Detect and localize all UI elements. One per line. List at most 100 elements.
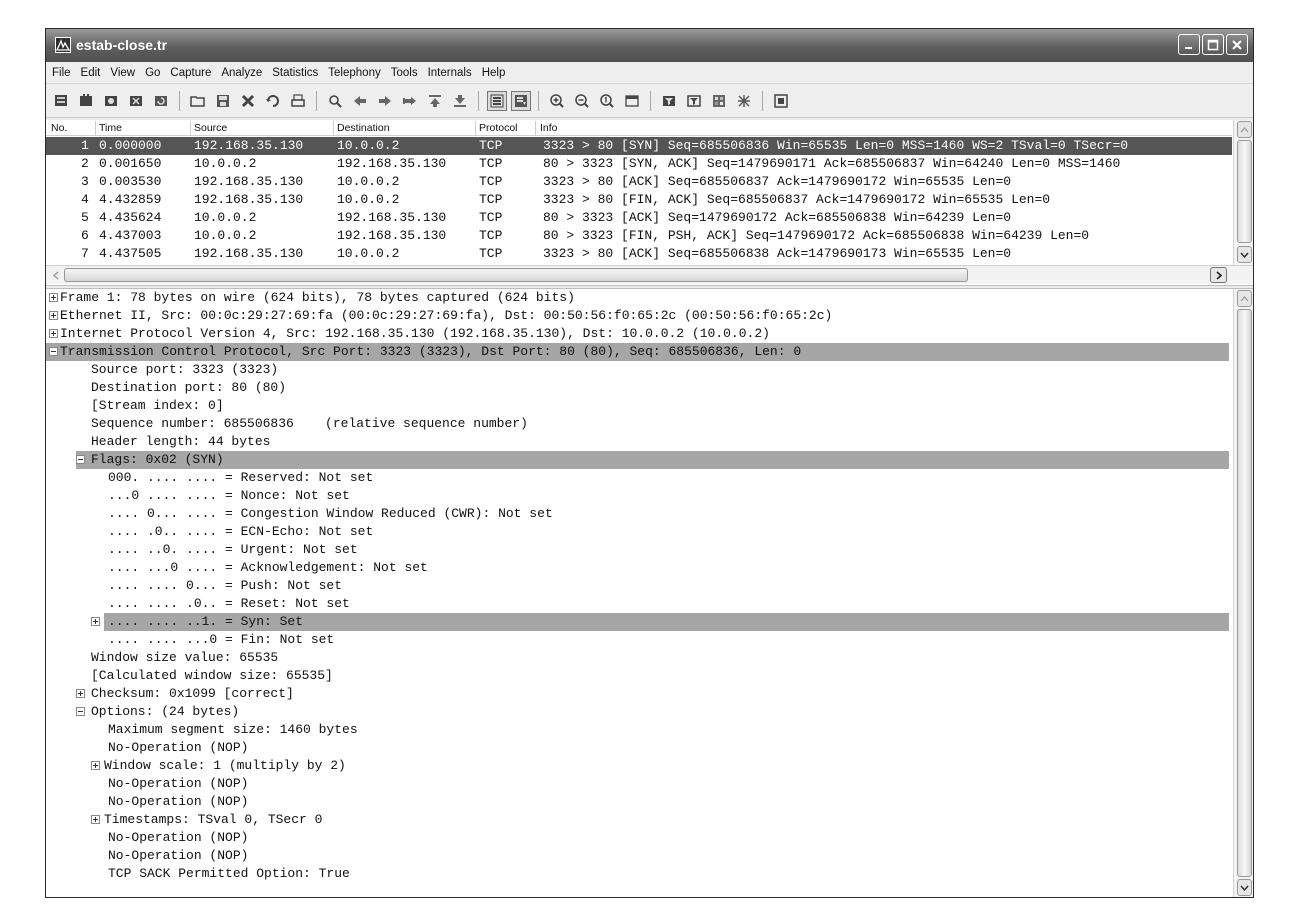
expand-icon[interactable] <box>49 329 58 338</box>
packet-row[interactable]: 2 0.001650 10.0.0.2 192.168.35.130 TCP 8… <box>46 155 1232 173</box>
tree-node[interactable]: .... ..0. .... = Urgent: Not set <box>46 541 1232 559</box>
preferences-icon[interactable] <box>734 91 754 111</box>
packet-row[interactable]: 4 4.432859 192.168.35.130 10.0.0.2 TCP 3… <box>46 191 1232 209</box>
close-file-icon[interactable] <box>238 91 258 111</box>
column-header-info[interactable]: Info <box>540 122 558 134</box>
packet-row[interactable]: 1 0.000000 192.168.35.130 10.0.0.2 TCP 3… <box>46 137 1232 155</box>
tree-node[interactable]: No-Operation (NOP) <box>46 739 1232 757</box>
expand-icon[interactable] <box>49 311 58 320</box>
expand-icon[interactable] <box>91 815 100 824</box>
close-button[interactable] <box>1226 34 1248 55</box>
tree-node[interactable]: Sequence number: 685506836 (relative seq… <box>46 415 1232 433</box>
tree-node[interactable]: Transmission Control Protocol, Src Port:… <box>46 343 1229 361</box>
resize-columns-icon[interactable] <box>622 91 642 111</box>
maximize-button[interactable] <box>1202 34 1224 55</box>
tree-node[interactable]: .... .... .0.. = Reset: Not set <box>46 595 1232 613</box>
tree-node[interactable]: .... .... ..1. = Syn: Set <box>46 613 1232 631</box>
tree-node[interactable]: No-Operation (NOP) <box>46 793 1232 811</box>
column-header-protocol[interactable]: Protocol <box>479 122 518 134</box>
menu-go[interactable]: Go <box>145 67 160 79</box>
open-file-icon[interactable] <box>188 91 208 111</box>
stop-capture-icon[interactable] <box>126 91 146 111</box>
tree-node[interactable]: No-Operation (NOP) <box>46 847 1232 865</box>
restart-capture-icon[interactable] <box>151 91 171 111</box>
scroll-left-button[interactable] <box>47 267 64 283</box>
tree-node[interactable]: Frame 1: 78 bytes on wire (624 bits), 78… <box>46 289 1232 307</box>
tree-node[interactable]: Internet Protocol Version 4, Src: 192.16… <box>46 325 1232 343</box>
scroll-thumb[interactable] <box>64 268 968 282</box>
tree-node[interactable]: Maximum segment size: 1460 bytes <box>46 721 1232 739</box>
save-file-icon[interactable] <box>213 91 233 111</box>
go-last-icon[interactable] <box>450 91 470 111</box>
menu-tools[interactable]: Tools <box>391 67 418 79</box>
packet-list-horizontal-scrollbar[interactable] <box>46 265 1253 284</box>
go-first-icon[interactable] <box>425 91 445 111</box>
scroll-up-button[interactable] <box>1237 290 1252 307</box>
column-header-destination[interactable]: Destination <box>337 122 390 134</box>
tree-node[interactable]: TCP SACK Permitted Option: True <box>46 865 1232 883</box>
menu-analyze[interactable]: Analyze <box>221 67 262 79</box>
tree-node[interactable]: ...0 .... .... = Nonce: Not set <box>46 487 1232 505</box>
column-divider[interactable] <box>95 121 96 135</box>
tree-node[interactable]: No-Operation (NOP) <box>46 829 1232 847</box>
tree-node[interactable]: 000. .... .... = Reserved: Not set <box>46 469 1232 487</box>
tree-node[interactable]: Window size value: 65535 <box>46 649 1232 667</box>
expand-icon[interactable] <box>49 293 58 302</box>
collapse-icon[interactable] <box>76 707 85 716</box>
menu-telephony[interactable]: Telephony <box>328 67 380 79</box>
menu-internals[interactable]: Internals <box>428 67 472 79</box>
interface-list-icon[interactable] <box>51 91 71 111</box>
capture-filters-icon[interactable] <box>659 91 679 111</box>
column-divider[interactable] <box>535 121 536 135</box>
packet-row[interactable]: 3 0.003530 192.168.35.130 10.0.0.2 TCP 3… <box>46 173 1232 191</box>
scroll-thumb[interactable] <box>1237 309 1252 877</box>
reload-file-icon[interactable] <box>263 91 283 111</box>
help-icon[interactable] <box>771 91 791 111</box>
column-divider[interactable] <box>333 121 334 135</box>
tree-node[interactable]: Flags: 0x02 (SYN) <box>76 451 1229 469</box>
go-to-packet-icon[interactable] <box>400 91 420 111</box>
minimize-button[interactable] <box>1178 34 1200 55</box>
tree-node[interactable]: .... .... ...0 = Fin: Not set <box>46 631 1232 649</box>
tree-node[interactable]: .... .... 0... = Push: Not set <box>46 577 1232 595</box>
menu-capture[interactable]: Capture <box>170 67 211 79</box>
tree-node[interactable]: Options: (24 bytes) <box>46 703 1232 721</box>
display-filters-icon[interactable] <box>684 91 704 111</box>
auto-scroll-icon[interactable] <box>511 91 531 111</box>
tree-node[interactable]: Timestamps: TSval 0, TSecr 0 <box>46 811 1232 829</box>
packet-row[interactable]: 6 4.437003 10.0.0.2 192.168.35.130 TCP 8… <box>46 227 1232 245</box>
tree-node[interactable]: [Calculated window size: 65535] <box>46 667 1232 685</box>
column-header-source[interactable]: Source <box>194 122 227 134</box>
title-bar[interactable]: estab-close.tr <box>46 29 1253 62</box>
packet-list-vertical-scrollbar[interactable] <box>1233 120 1253 265</box>
tree-node[interactable]: Checksum: 0x1099 [correct] <box>46 685 1232 703</box>
menu-edit[interactable]: Edit <box>81 67 101 79</box>
column-divider[interactable] <box>190 121 191 135</box>
packet-row[interactable]: 5 4.435624 10.0.0.2 192.168.35.130 TCP 8… <box>46 209 1232 227</box>
collapse-icon[interactable] <box>49 347 58 356</box>
coloring-rules-icon[interactable] <box>709 91 729 111</box>
collapse-icon[interactable] <box>76 455 85 464</box>
tree-node[interactable]: Source port: 3323 (3323) <box>46 361 1232 379</box>
tree-node[interactable]: Destination port: 80 (80) <box>46 379 1232 397</box>
menu-view[interactable]: View <box>110 67 135 79</box>
expand-icon[interactable] <box>76 689 85 698</box>
tree-node[interactable]: Window scale: 1 (multiply by 2) <box>46 757 1232 775</box>
scroll-down-button[interactable] <box>1237 879 1252 896</box>
go-forward-icon[interactable] <box>375 91 395 111</box>
details-vertical-scrollbar[interactable] <box>1233 289 1253 897</box>
start-capture-icon[interactable] <box>101 91 121 111</box>
capture-options-icon[interactable] <box>76 91 96 111</box>
column-header-no[interactable]: No. <box>51 122 67 134</box>
print-icon[interactable] <box>288 91 308 111</box>
packet-row[interactable]: 7 4.437505 192.168.35.130 10.0.0.2 TCP 3… <box>46 245 1232 263</box>
menu-statistics[interactable]: Statistics <box>272 67 318 79</box>
zoom-normal-icon[interactable] <box>597 91 617 111</box>
zoom-out-icon[interactable] <box>572 91 592 111</box>
expand-icon[interactable] <box>91 761 100 770</box>
column-header-time[interactable]: Time <box>99 122 122 134</box>
menu-help[interactable]: Help <box>482 67 506 79</box>
tree-node[interactable]: Header length: 44 bytes <box>46 433 1232 451</box>
tree-node[interactable]: No-Operation (NOP) <box>46 775 1232 793</box>
tree-node[interactable]: Ethernet II, Src: 00:0c:29:27:69:fa (00:… <box>46 307 1232 325</box>
